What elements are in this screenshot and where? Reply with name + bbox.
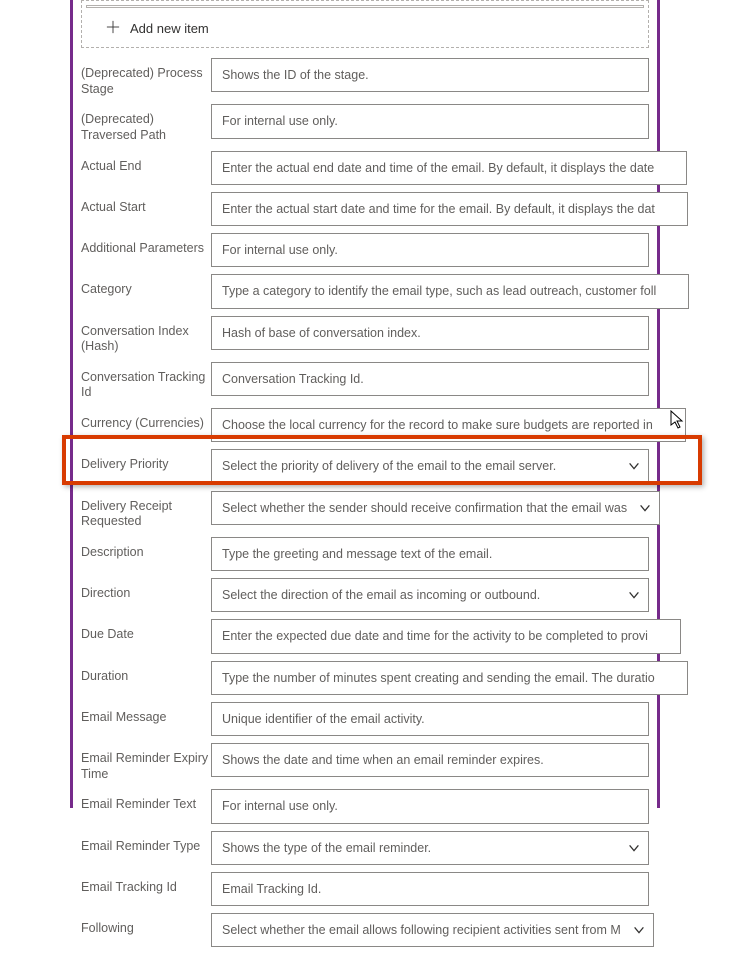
field-label: Email Reminder Type — [81, 831, 211, 855]
field-input[interactable]: Conversation Tracking Id. — [211, 362, 649, 396]
field-row-direction: DirectionSelect the direction of the ema… — [81, 578, 649, 612]
field-label: (Deprecated) Process Stage — [81, 58, 211, 97]
plus-icon — [106, 20, 120, 37]
field-input[interactable]: Unique identifier of the email activity. — [211, 702, 649, 736]
field-label: Delivery Priority — [81, 449, 211, 473]
field-label: Actual Start — [81, 192, 211, 216]
field-label: Conversation Index (Hash) — [81, 316, 211, 355]
field-value-wrap: For internal use only. — [211, 233, 649, 267]
field-row-deprecated-traversed-path: (Deprecated) Traversed PathFor internal … — [81, 104, 649, 143]
field-input[interactable]: For internal use only. — [211, 789, 649, 823]
field-value-wrap: Shows the ID of the stage. — [211, 58, 649, 92]
field-value-wrap: Select the priority of delivery of the e… — [211, 449, 649, 483]
add-new-item-region: Add new item — [81, 0, 649, 48]
field-row-deprecated-process-stage: (Deprecated) Process StageShows the ID o… — [81, 58, 649, 97]
field-input[interactable]: Choose the local currency for the record… — [211, 408, 686, 442]
field-row-delivery-receipt-requested: Delivery Receipt RequestedSelect whether… — [81, 491, 649, 530]
field-label: Email Reminder Expiry Time — [81, 743, 211, 782]
field-label: Description — [81, 537, 211, 561]
field-label: Following — [81, 913, 211, 937]
field-input[interactable]: Enter the actual start date and time for… — [211, 192, 688, 226]
field-value-wrap: Enter the actual end date and time of th… — [211, 151, 687, 185]
field-label: Email Message — [81, 702, 211, 726]
field-value-wrap: Enter the expected due date and time for… — [211, 619, 681, 653]
field-value-wrap: For internal use only. — [211, 789, 649, 823]
field-row-conversation-tracking-id: Conversation Tracking IdConversation Tra… — [81, 362, 649, 401]
field-value-wrap: Email Tracking Id. — [211, 872, 649, 906]
chevron-down-icon[interactable] — [627, 588, 641, 602]
field-label: Duration — [81, 661, 211, 685]
chevron-down-icon[interactable] — [632, 923, 646, 937]
field-select[interactable]: Shows the type of the email reminder. — [211, 831, 649, 865]
field-select[interactable]: Select the priority of delivery of the e… — [211, 449, 649, 483]
field-input[interactable]: Type the number of minutes spent creatin… — [211, 661, 688, 695]
field-label: Conversation Tracking Id — [81, 362, 211, 401]
field-row-duration: DurationType the number of minutes spent… — [81, 661, 649, 695]
chevron-down-icon[interactable] — [627, 459, 641, 473]
field-value-wrap: Shows the type of the email reminder. — [211, 831, 649, 865]
field-row-email-reminder-text: Email Reminder TextFor internal use only… — [81, 789, 649, 823]
field-label: (Deprecated) Traversed Path — [81, 104, 211, 143]
field-input[interactable]: Type the greeting and message text of th… — [211, 537, 649, 571]
field-label: Additional Parameters — [81, 233, 211, 257]
field-label: Due Date — [81, 619, 211, 643]
field-row-actual-start: Actual StartEnter the actual start date … — [81, 192, 649, 226]
field-value-wrap: Enter the actual start date and time for… — [211, 192, 688, 226]
field-label: Email Tracking Id — [81, 872, 211, 896]
field-input[interactable]: For internal use only. — [211, 104, 649, 138]
field-row-email-reminder-expiry-time: Email Reminder Expiry TimeShows the date… — [81, 743, 649, 782]
field-value-wrap: Select the direction of the email as inc… — [211, 578, 649, 612]
field-value-wrap: Shows the date and time when an email re… — [211, 743, 649, 777]
field-input[interactable]: Shows the date and time when an email re… — [211, 743, 649, 777]
field-row-actual-end: Actual EndEnter the actual end date and … — [81, 151, 649, 185]
field-input[interactable]: Email Tracking Id. — [211, 872, 649, 906]
field-value-wrap: Type the number of minutes spent creatin… — [211, 661, 688, 695]
field-value-wrap: For internal use only. — [211, 104, 649, 138]
field-row-description: DescriptionType the greeting and message… — [81, 537, 649, 571]
add-new-item-button[interactable]: Add new item — [86, 14, 644, 43]
field-row-delivery-priority: Delivery PrioritySelect the priority of … — [81, 449, 649, 483]
fields-list: (Deprecated) Process StageShows the ID o… — [81, 58, 649, 947]
field-input[interactable]: For internal use only. — [211, 233, 649, 267]
field-label: Email Reminder Text — [81, 789, 211, 813]
field-value-wrap: Choose the local currency for the record… — [211, 408, 686, 442]
field-label: Delivery Receipt Requested — [81, 491, 211, 530]
field-input[interactable]: Hash of base of conversation index. — [211, 316, 649, 350]
field-row-email-tracking-id: Email Tracking IdEmail Tracking Id. — [81, 872, 649, 906]
field-row-email-reminder-type: Email Reminder TypeShows the type of the… — [81, 831, 649, 865]
field-input[interactable]: Enter the actual end date and time of th… — [211, 151, 687, 185]
field-label: Actual End — [81, 151, 211, 175]
chevron-down-icon[interactable] — [638, 501, 652, 515]
field-value-wrap: Unique identifier of the email activity. — [211, 702, 649, 736]
field-label: Currency (Currencies) — [81, 408, 211, 432]
field-row-currency-currencies: Currency (Currencies)Choose the local cu… — [81, 408, 649, 442]
field-label: Category — [81, 274, 211, 298]
field-value-wrap: Select whether the sender should receive… — [211, 491, 660, 525]
field-input[interactable]: Type a category to identify the email ty… — [211, 274, 689, 308]
field-row-due-date: Due DateEnter the expected due date and … — [81, 619, 649, 653]
field-label: Direction — [81, 578, 211, 602]
chevron-down-icon[interactable] — [627, 841, 641, 855]
field-row-additional-parameters: Additional ParametersFor internal use on… — [81, 233, 649, 267]
field-row-email-message: Email MessageUnique identifier of the em… — [81, 702, 649, 736]
add-new-item-label: Add new item — [130, 21, 209, 36]
field-select[interactable]: Select whether the sender should receive… — [211, 491, 660, 525]
field-input[interactable]: Shows the ID of the stage. — [211, 58, 649, 92]
field-value-wrap: Select whether the email allows followin… — [211, 913, 654, 947]
field-value-wrap: Type the greeting and message text of th… — [211, 537, 649, 571]
field-input[interactable]: Enter the expected due date and time for… — [211, 619, 681, 653]
field-row-following: FollowingSelect whether the email allows… — [81, 913, 649, 947]
field-select[interactable]: Select whether the email allows followin… — [211, 913, 654, 947]
form-content: Add new item (Deprecated) Process StageS… — [73, 0, 657, 962]
field-row-category: CategoryType a category to identify the … — [81, 274, 649, 308]
field-value-wrap: Type a category to identify the email ty… — [211, 274, 689, 308]
divider — [86, 5, 644, 8]
field-row-conversation-index-hash: Conversation Index (Hash)Hash of base of… — [81, 316, 649, 355]
field-value-wrap: Conversation Tracking Id. — [211, 362, 649, 396]
field-value-wrap: Hash of base of conversation index. — [211, 316, 649, 350]
field-select[interactable]: Select the direction of the email as inc… — [211, 578, 649, 612]
